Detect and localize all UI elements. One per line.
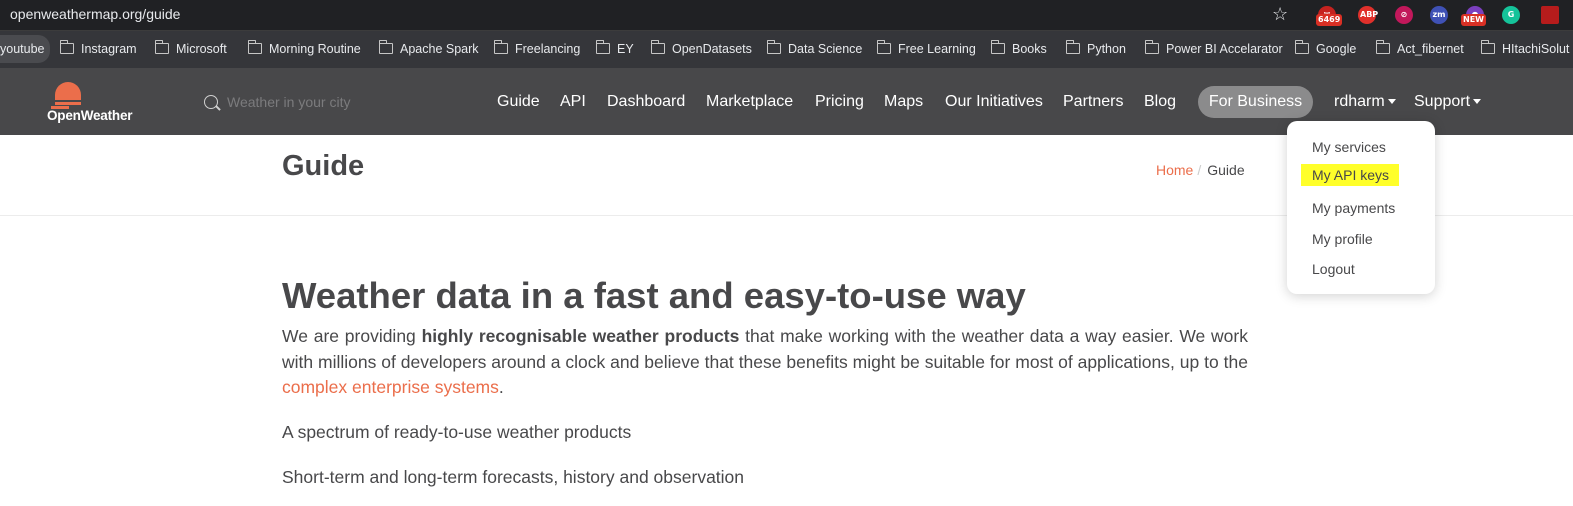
sun-icon (55, 82, 81, 100)
folder-icon (493, 40, 508, 54)
folder-icon (1294, 40, 1309, 54)
bookmark-folder[interactable]: Act_fibernet (1375, 40, 1464, 56)
folder-icon (59, 40, 74, 54)
adblock-plus-icon[interactable]: ABP (1358, 6, 1378, 24)
bookmark-label: Data Science (788, 42, 863, 56)
bookmark-label: HItachiSolut (1502, 42, 1570, 56)
city-search-input[interactable] (227, 90, 427, 114)
folder-icon (247, 40, 262, 54)
nav-link-our-initiatives[interactable]: Our Initiatives (945, 93, 1043, 111)
new-badge: NEW (1461, 14, 1486, 26)
bookmark-label: Apache Spark (400, 42, 479, 56)
zoom-icon[interactable]: zm (1430, 6, 1448, 24)
bookmark-folder[interactable]: Apache Spark (378, 40, 479, 56)
bookmark-label: Power BI Accelarator (1166, 42, 1283, 56)
folder-icon (766, 40, 781, 54)
lead-bold-text: highly recognisable weather products (421, 326, 740, 346)
folder-icon (876, 40, 891, 54)
folder-icon (990, 40, 1005, 54)
folder-icon (1144, 40, 1159, 54)
nav-link-dashboard[interactable]: Dashboard (607, 93, 685, 111)
for-business-button[interactable]: For Business (1198, 86, 1313, 118)
logo-line (55, 102, 81, 105)
nav-link-pricing[interactable]: Pricing (815, 93, 864, 111)
folder-icon (1375, 40, 1390, 54)
support-label: Support (1414, 93, 1471, 110)
search-icon[interactable] (204, 95, 218, 109)
nav-link-marketplace[interactable]: Marketplace (706, 93, 793, 111)
menu-item-my-payments[interactable]: My payments (1312, 200, 1395, 216)
bookmark-extension-icon[interactable] (1541, 6, 1559, 24)
bookmark-folder[interactable]: Freelancing (493, 40, 581, 56)
folder-icon (650, 40, 665, 54)
nav-link-maps[interactable]: Maps (884, 93, 923, 111)
caret-down-icon (1473, 99, 1482, 104)
page-title: Guide (282, 150, 365, 182)
user-menu-toggle[interactable]: rdharm (1334, 93, 1396, 111)
bookmark-label: Google (1316, 42, 1357, 56)
folder-icon (595, 40, 610, 54)
breadcrumb: Home / Guide (1156, 162, 1245, 178)
bookmark-folder[interactable]: HItachiSolut (1480, 40, 1570, 56)
forecasts-paragraph: Short-term and long-term forecasts, hist… (282, 467, 745, 487)
bookmark-folder[interactable]: Power BI Accelarator (1144, 40, 1283, 56)
menu-item-my-profile[interactable]: My profile (1312, 231, 1373, 247)
block-icon[interactable]: ⊘ (1395, 6, 1413, 24)
nav-link-partners[interactable]: Partners (1063, 93, 1123, 111)
menu-item-logout[interactable]: Logout (1312, 261, 1355, 277)
bookmark-label: Act_fibernet (1397, 42, 1464, 56)
bookmark-folder[interactable]: Microsoft (154, 40, 227, 56)
bookmark-folder[interactable]: OpenDatasets (650, 40, 752, 56)
bookmark-folder[interactable]: Morning Routine (247, 40, 361, 56)
openweather-logo[interactable]: OpenWeather (45, 82, 145, 124)
enterprise-systems-link[interactable]: complex enterprise systems (282, 377, 499, 397)
user-name: rdharm (1334, 93, 1385, 110)
bookmark-folder[interactable]: Data Science (766, 40, 863, 56)
folder-icon (378, 40, 393, 54)
nav-link-guide[interactable]: Guide (497, 93, 540, 111)
lead-text: . (498, 377, 504, 397)
bookmark-label: Microsoft (176, 42, 227, 56)
caret-down-icon (1387, 99, 1396, 104)
support-menu-toggle[interactable]: Support (1414, 93, 1482, 111)
nav-link-api[interactable]: API (560, 93, 586, 111)
bookmark-label: Python (1087, 42, 1126, 56)
logo-text: OpenWeather (47, 108, 133, 123)
bookmark-youtube[interactable]: youtube (0, 35, 51, 63)
user-dropdown-menu: My services My API keys My payments My p… (1287, 121, 1435, 294)
bookmark-folder[interactable]: Books (990, 40, 1047, 56)
folder-icon (154, 40, 169, 54)
folder-icon (1480, 40, 1495, 54)
bookmark-folder[interactable]: Instagram (59, 40, 137, 56)
folder-icon (1065, 40, 1080, 54)
gmail-badge: 6469 (1316, 14, 1343, 26)
breadcrumb-separator: / (1197, 162, 1202, 178)
bookmark-label: Free Learning (898, 42, 976, 56)
intro-paragraph: We are providing highly recognisable wea… (282, 324, 1248, 401)
url-text[interactable]: openweathermap.org/guide (10, 6, 180, 22)
products-paragraph: A spectrum of ready-to-use weather produ… (282, 422, 632, 442)
bookmark-label: Freelancing (515, 42, 581, 56)
bookmark-folder[interactable]: Free Learning (876, 40, 976, 56)
bookmark-label: OpenDatasets (672, 42, 752, 56)
nav-link-blog[interactable]: Blog (1144, 93, 1176, 111)
bookmark-label: Morning Routine (269, 42, 361, 56)
bookmark-folder[interactable]: Google (1294, 40, 1357, 56)
bookmark-folder[interactable]: EY (595, 40, 634, 56)
bookmark-label: EY (617, 42, 634, 56)
bookmark-label: Instagram (81, 42, 137, 56)
main-heading: Weather data in a fast and easy-to-use w… (282, 275, 1026, 316)
bookmark-star-icon[interactable]: ☆ (1272, 4, 1288, 25)
bookmarks-bar: youtube Instagram Microsoft Morning Rout… (0, 30, 1573, 68)
bookmark-folder[interactable]: Python (1065, 40, 1126, 56)
browser-address-bar: openweathermap.org/guide ☆ ✉ 6469 ABP ⊘ … (0, 0, 1573, 30)
lead-text: We are providing (282, 326, 422, 346)
breadcrumb-home-link[interactable]: Home (1156, 162, 1193, 178)
breadcrumb-current: Guide (1207, 162, 1245, 178)
grammarly-icon[interactable]: G (1502, 6, 1520, 24)
menu-item-my-api-keys[interactable]: My API keys (1301, 164, 1400, 186)
menu-item-my-services[interactable]: My services (1312, 139, 1386, 155)
bookmark-label: Books (1012, 42, 1047, 56)
